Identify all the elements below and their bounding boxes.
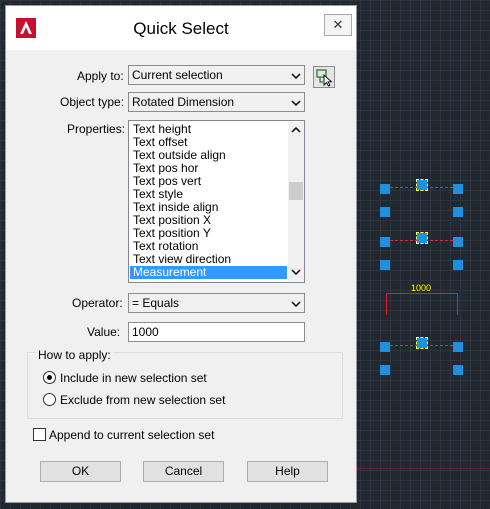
grip-handle[interactable] <box>453 207 463 217</box>
select-objects-button[interactable] <box>313 66 335 88</box>
radio-dot <box>47 375 52 380</box>
chevron-up-icon[interactable] <box>291 126 301 134</box>
select-objects-icon <box>316 69 333 87</box>
dialog-title: Quick Select <box>133 19 229 38</box>
value-text: 1000 <box>132 325 159 339</box>
extension-line <box>457 293 458 315</box>
grip-handle[interactable] <box>453 237 463 247</box>
value-input[interactable]: 1000 <box>128 322 305 342</box>
ok-button[interactable]: OK <box>40 461 121 482</box>
exclude-label[interactable]: Exclude from new selection set <box>60 393 225 407</box>
grip-handle[interactable] <box>380 260 390 270</box>
object-type-label: Object type: <box>60 95 125 109</box>
dimension-line <box>386 293 458 294</box>
grip-handle[interactable] <box>453 342 463 352</box>
apply-to-label: Apply to: <box>77 69 124 83</box>
how-to-apply-group <box>27 352 343 419</box>
title-bar[interactable]: Quick Select ✕ <box>6 6 356 50</box>
object-type-value: Rotated Dimension <box>132 95 235 109</box>
grip-handle[interactable] <box>453 260 463 270</box>
operator-value: = Equals <box>132 296 180 310</box>
properties-scrollbar[interactable] <box>288 122 304 281</box>
dimension-text: 1000 <box>411 283 432 293</box>
close-button[interactable]: ✕ <box>324 14 352 36</box>
chevron-down-icon <box>291 73 301 80</box>
help-button[interactable]: Help <box>247 461 328 482</box>
cancel-button[interactable]: Cancel <box>143 461 224 482</box>
grip-handle[interactable] <box>380 207 390 217</box>
grip-handle[interactable] <box>453 365 463 375</box>
scrollbar-thumb[interactable] <box>289 182 303 200</box>
quick-select-dialog: Quick Select ✕ Apply to: Current selecti… <box>5 5 357 503</box>
apply-to-value: Current selection <box>132 68 223 82</box>
append-label[interactable]: Append to current selection set <box>49 428 214 442</box>
chevron-down-icon <box>291 100 301 107</box>
operator-select[interactable]: = Equals <box>128 293 305 313</box>
extension-line <box>386 293 387 315</box>
grip-handle[interactable] <box>416 337 428 349</box>
value-label: Value: <box>87 325 121 339</box>
include-radio[interactable] <box>43 371 56 384</box>
properties-label: Properties: <box>67 122 126 136</box>
grip-handle[interactable] <box>416 179 428 191</box>
append-checkbox[interactable] <box>33 428 46 441</box>
how-to-apply-title: How to apply: <box>36 348 113 362</box>
grip-handle[interactable] <box>416 232 428 244</box>
grip-handle[interactable] <box>380 184 390 194</box>
properties-list[interactable]: Text height Text offset Text outside ali… <box>128 120 305 283</box>
grip-handle[interactable] <box>380 365 390 375</box>
exclude-radio[interactable] <box>43 393 56 406</box>
apply-to-select[interactable]: Current selection <box>128 65 305 85</box>
include-label[interactable]: Include in new selection set <box>60 371 207 385</box>
canvas-axis-line <box>355 468 490 469</box>
chevron-down-icon[interactable] <box>291 268 301 276</box>
operator-label: Operator: <box>72 296 123 310</box>
object-type-select[interactable]: Rotated Dimension <box>128 92 305 112</box>
chevron-down-icon <box>291 301 301 308</box>
list-item-selected[interactable]: Measurement <box>130 266 287 279</box>
grip-handle[interactable] <box>380 342 390 352</box>
grip-handle[interactable] <box>453 184 463 194</box>
grip-handle[interactable] <box>380 237 390 247</box>
